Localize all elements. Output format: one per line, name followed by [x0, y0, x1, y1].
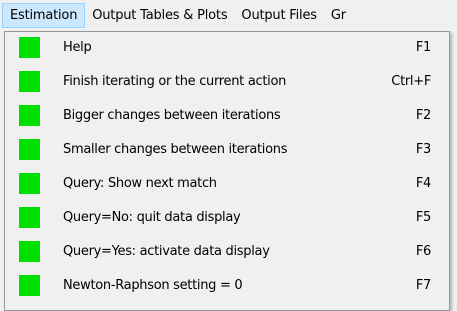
menu-item-label: Help	[63, 40, 92, 55]
menu-item-bigger-changes[interactable]: Bigger changes between iterations F2	[5, 100, 449, 132]
menu-item-shortcut: F1	[415, 40, 431, 55]
green-square-icon	[19, 71, 40, 92]
green-square-icon	[19, 105, 40, 126]
menu-item-shortcut: F7	[415, 278, 431, 293]
green-square-icon	[19, 241, 40, 262]
menu-item-smaller-changes[interactable]: Smaller changes between iterations F3	[5, 134, 449, 166]
menu-item-label: Query=No: quit data display	[63, 210, 241, 225]
menu-item-finish-iterating[interactable]: Finish iterating or the current action C…	[5, 66, 449, 98]
menu-item-query-yes[interactable]: Query=Yes: activate data display F6	[5, 236, 449, 268]
menu-item-label: Newton-Raphson setting = 0	[63, 278, 243, 293]
green-square-icon	[19, 173, 40, 194]
menu-item-shortcut: F5	[415, 210, 431, 225]
green-square-icon	[19, 207, 40, 228]
menu-item-shortcut: F4	[415, 176, 431, 191]
green-square-icon	[19, 275, 40, 296]
menu-item-shortcut: Ctrl+F	[391, 74, 431, 89]
menu-bar: Estimation Output Tables & Plots Output …	[0, 0, 457, 31]
menu-item-help[interactable]: Help F1	[5, 32, 449, 64]
menu-estimation[interactable]: Estimation	[2, 3, 86, 28]
menu-graphs[interactable]: Gr	[324, 3, 353, 28]
estimation-dropdown-menu: Help F1 Finish iterating or the current …	[4, 31, 450, 311]
menu-item-label: Query: Show next match	[63, 176, 217, 191]
green-square-icon	[19, 37, 40, 58]
menu-item-newton-raphson[interactable]: Newton-Raphson setting = 0 F7	[5, 270, 449, 302]
menu-output-files[interactable]: Output Files	[234, 3, 323, 28]
menu-item-label: Query=Yes: activate data display	[63, 244, 270, 259]
menu-item-shortcut: F2	[415, 108, 431, 123]
menu-output-tables-plots[interactable]: Output Tables & Plots	[85, 3, 234, 28]
menu-item-shortcut: F3	[415, 142, 431, 157]
green-square-icon	[19, 139, 40, 160]
menu-item-query-no[interactable]: Query=No: quit data display F5	[5, 202, 449, 234]
menu-item-label: Smaller changes between iterations	[63, 142, 288, 157]
menu-item-label: Finish iterating or the current action	[63, 74, 287, 89]
menu-item-shortcut: F6	[415, 244, 431, 259]
menu-item-query-show-next-match[interactable]: Query: Show next match F4	[5, 168, 449, 200]
menu-item-label: Bigger changes between iterations	[63, 108, 281, 123]
